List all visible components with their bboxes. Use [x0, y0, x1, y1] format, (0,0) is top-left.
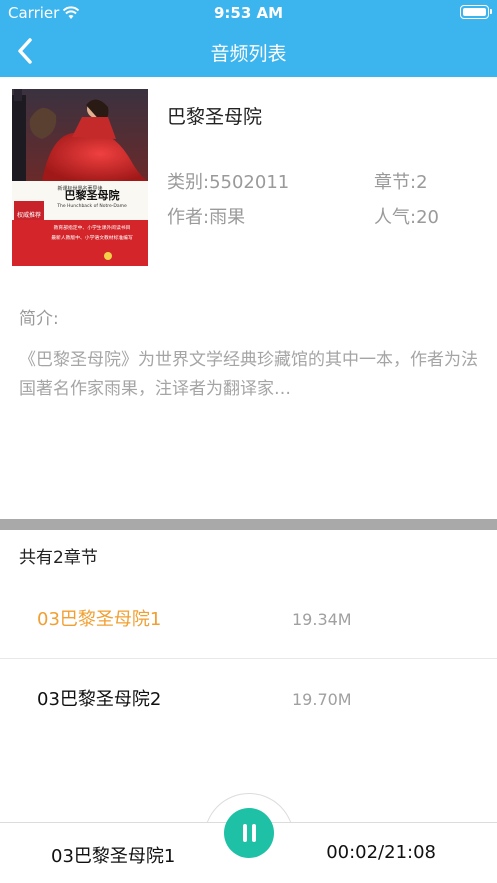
status-bar: Carrier 9:53 AM: [0, 0, 497, 26]
playback-time: 00:02/21:08: [326, 842, 436, 863]
battery-icon: [460, 5, 492, 19]
section-divider: [0, 519, 497, 530]
page-title: 音频列表: [210, 43, 287, 65]
nav-bar: Carrier 9:53 AM 音频列表: [0, 0, 497, 77]
intro-text: 《巴黎圣母院》为世界文学经典珍藏馆的其中一本，作者为法国著名作家雨果，注译者为翻…: [19, 350, 478, 399]
cover-band-2: 最新人教版中、小学语文教材标准编写: [51, 234, 133, 241]
now-playing-title: 03巴黎圣母院1: [51, 846, 176, 867]
cover-band-1: 教育部指定中、小学生课外阅读书目: [54, 224, 131, 231]
book-chapters: 章节:2: [374, 172, 428, 193]
chapter-name: 03巴黎圣母院1: [37, 609, 162, 630]
cover-badge-text: 权威推荐: [17, 211, 41, 219]
chapter-size: 19.34M: [292, 610, 352, 629]
book-popularity: 人气:20: [374, 207, 439, 228]
status-time: 9:53 AM: [213, 4, 284, 22]
chapter-name: 03巴黎圣母院2: [37, 689, 162, 710]
chapter-size: 19.70M: [292, 690, 352, 709]
pause-icon: [242, 824, 247, 842]
chapter-count: 共有2章节: [19, 548, 98, 568]
book-cover-image: 新课标世界名著导读 权威推荐 巴黎圣母院 The Hunchback of No…: [12, 89, 148, 266]
pause-button[interactable]: [224, 808, 274, 858]
chapter-row[interactable]: 03巴黎圣母院1 19.34M: [0, 590, 497, 650]
book-author: 作者:雨果: [167, 207, 246, 228]
row-divider: [0, 658, 497, 659]
book-title: 巴黎圣母院: [167, 106, 263, 128]
cover-title-text: 巴黎圣母院: [65, 188, 120, 202]
chapter-row[interactable]: 03巴黎圣母院2 19.70M: [0, 670, 497, 730]
intro-label: 简介:: [19, 309, 59, 329]
cover-english-title: The Hunchback of Notre-Dame: [56, 203, 127, 209]
pause-icon: [251, 824, 256, 842]
book-category: 类别:5502011: [167, 172, 290, 193]
audio-list-screen: Carrier 9:53 AM 音频列表 新课标世界名著导读 权威推荐 巴黎圣母…: [0, 0, 497, 883]
